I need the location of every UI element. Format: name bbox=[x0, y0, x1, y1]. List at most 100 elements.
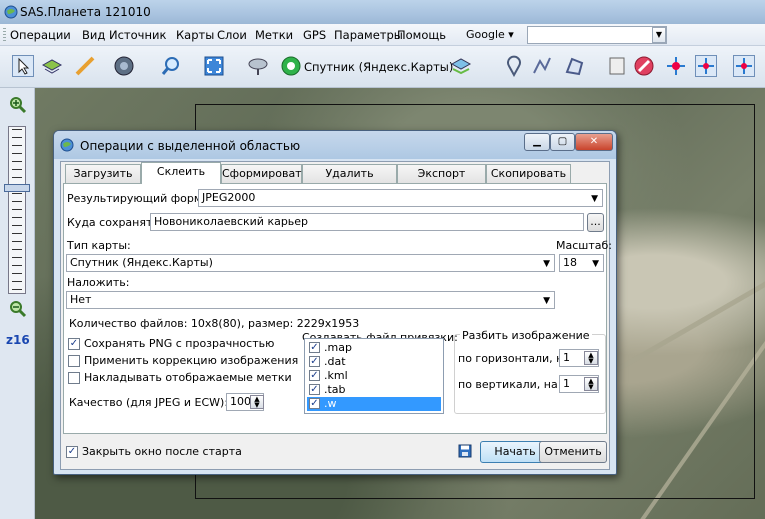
georef-format-list[interactable]: ✓ .map ✓ .dat ✓ .kml ✓ .tab ✓ .w bbox=[304, 338, 444, 414]
format-label: Результирующий формат: bbox=[67, 192, 220, 205]
tab-copy[interactable]: Скопировать bbox=[486, 164, 571, 183]
georef-item-tab[interactable]: ✓ .tab bbox=[307, 383, 441, 397]
tab-delete[interactable]: Удалить bbox=[302, 164, 397, 183]
quality-spinner[interactable]: ▲ ▼ bbox=[250, 395, 264, 409]
cursor-icon[interactable] bbox=[12, 55, 34, 77]
split-vertical-spinner[interactable]: ▲ ▼ bbox=[584, 377, 598, 391]
format-select-value: JPEG2000 bbox=[202, 191, 256, 204]
image-correction-checkbox[interactable] bbox=[68, 355, 80, 367]
menu-settings[interactable]: Параметры bbox=[334, 28, 403, 42]
zoom-panel: z16 bbox=[0, 88, 35, 519]
search-input[interactable] bbox=[527, 26, 667, 44]
app-globe-icon bbox=[4, 5, 18, 19]
minimize-button[interactable]: ▁ bbox=[524, 133, 550, 151]
dialog-body: Загрузить Склеить Сформировать Удалить Э… bbox=[60, 161, 612, 470]
close-after-start-checkbox[interactable]: ✓ bbox=[66, 446, 78, 458]
save-icon[interactable] bbox=[458, 444, 472, 458]
save-path-input[interactable]: Новониколаевский карьер bbox=[150, 213, 584, 231]
georef-item-w[interactable]: ✓ .w bbox=[307, 397, 441, 411]
zoom-slider-thumb[interactable] bbox=[4, 184, 30, 192]
globe-icon[interactable] bbox=[113, 55, 135, 77]
quality-value: 100 bbox=[230, 395, 251, 408]
menu-source[interactable]: Источник bbox=[109, 28, 166, 42]
gps-icon[interactable] bbox=[665, 55, 687, 77]
stop-icon[interactable] bbox=[633, 55, 655, 77]
georef-item-dat[interactable]: ✓ .dat bbox=[307, 355, 441, 369]
menu-operations[interactable]: Операции bbox=[10, 28, 71, 42]
close-button[interactable]: ✕ bbox=[575, 133, 613, 151]
scale-select[interactable]: 18 ▼ bbox=[559, 254, 604, 272]
file-count-info: Количество файлов: 10x8(80), размер: 222… bbox=[69, 317, 360, 330]
ruler-icon[interactable] bbox=[74, 55, 96, 77]
map-source-icon[interactable] bbox=[280, 55, 302, 77]
gps-center-icon[interactable] bbox=[733, 55, 755, 77]
georef-map-checkbox[interactable]: ✓ bbox=[309, 342, 320, 353]
zoom-out-icon[interactable] bbox=[9, 300, 27, 318]
split-groupbox bbox=[454, 334, 606, 414]
georef-kml-checkbox[interactable]: ✓ bbox=[309, 370, 320, 381]
georef-w-checkbox[interactable]: ✓ bbox=[309, 398, 320, 409]
chevron-down-icon: ▼ bbox=[592, 259, 599, 269]
quality-label: Качество (для JPEG и ECW): bbox=[69, 396, 229, 409]
fullscreen-icon[interactable] bbox=[203, 55, 225, 77]
polygon-icon[interactable] bbox=[564, 55, 586, 77]
georef-item-label: .w bbox=[324, 397, 337, 410]
geocoder-select[interactable]: Google ▾ bbox=[466, 28, 526, 43]
overlay-marks-checkbox[interactable] bbox=[68, 372, 80, 384]
georef-item-label: .kml bbox=[324, 369, 348, 382]
split-vertical-label: по вертикали, на bbox=[458, 378, 558, 391]
menubar-grip bbox=[3, 28, 6, 42]
zoom-slider-track[interactable] bbox=[8, 126, 26, 294]
png-transparency-label: Сохранять PNG с прозрачностью bbox=[84, 337, 275, 350]
georef-item-kml[interactable]: ✓ .kml bbox=[307, 369, 441, 383]
satellite-icon[interactable] bbox=[247, 55, 269, 77]
map-type-label: Тип карты: bbox=[67, 239, 131, 252]
overlay-select[interactable]: Нет ▼ bbox=[66, 291, 555, 309]
chevron-down-icon: ▼ bbox=[591, 194, 598, 204]
map-type-select-value: Спутник (Яндекс.Карты) bbox=[70, 256, 213, 269]
georef-item-label: .dat bbox=[324, 355, 346, 368]
zoom-in-icon[interactable] bbox=[9, 96, 27, 114]
browse-button[interactable]: ... bbox=[587, 213, 604, 232]
tab-download[interactable]: Загрузить bbox=[65, 164, 141, 183]
window-title: SAS.Планета 121010 bbox=[20, 5, 151, 19]
search-icon[interactable] bbox=[160, 55, 182, 77]
png-transparency-checkbox[interactable]: ✓ bbox=[68, 338, 80, 350]
menu-help[interactable]: Помощь bbox=[397, 28, 446, 42]
georef-dat-checkbox[interactable]: ✓ bbox=[309, 356, 320, 367]
map-type-select[interactable]: Спутник (Яндекс.Карты) ▼ bbox=[66, 254, 555, 272]
menu-maps[interactable]: Карты bbox=[176, 28, 214, 42]
overlay-marks-label: Накладывать отображаемые метки bbox=[84, 371, 292, 384]
split-title: Разбить изображение bbox=[460, 329, 592, 342]
georef-item-label: .tab bbox=[324, 383, 346, 396]
dialog-titlebar: Операции с выделенной областью ▁ ▢ ✕ bbox=[54, 131, 616, 159]
menu-marks[interactable]: Метки bbox=[255, 28, 293, 42]
overlay-label: Наложить: bbox=[67, 276, 130, 289]
cancel-button[interactable]: Отменить bbox=[539, 441, 607, 463]
chevron-down-icon: ▼ bbox=[543, 296, 550, 306]
menu-layers[interactable]: Слои bbox=[217, 28, 247, 42]
split-horizontal-value: 1 bbox=[563, 351, 570, 364]
save-to-label: Куда сохранять: bbox=[67, 216, 163, 229]
tab-generate[interactable]: Сформировать bbox=[221, 164, 308, 183]
georef-item-map[interactable]: ✓ .map bbox=[307, 341, 441, 355]
gps-track-icon[interactable] bbox=[695, 55, 717, 77]
path-icon[interactable] bbox=[531, 55, 553, 77]
menu-view[interactable]: Вид bbox=[82, 28, 105, 42]
hide-marks-icon[interactable] bbox=[606, 55, 628, 77]
dialog-title: Операции с выделенной областью bbox=[80, 139, 301, 153]
layers-icon[interactable] bbox=[41, 55, 63, 77]
close-after-start-label: Закрыть окно после старта bbox=[82, 445, 242, 458]
search-dropdown-button[interactable]: ▼ bbox=[652, 27, 666, 43]
tab-export[interactable]: Экспорт bbox=[397, 164, 486, 183]
georef-tab-checkbox[interactable]: ✓ bbox=[309, 384, 320, 395]
menu-gps[interactable]: GPS bbox=[303, 28, 326, 42]
layers-overlay-icon[interactable] bbox=[450, 55, 472, 77]
overlay-select-value: Нет bbox=[70, 293, 92, 306]
placemark-icon[interactable] bbox=[503, 55, 525, 77]
map-source-label[interactable]: Спутник (Яндекс.Карты) bbox=[304, 60, 453, 74]
tab-stitch[interactable]: Склеить bbox=[141, 162, 221, 184]
format-select[interactable]: JPEG2000 ▼ bbox=[198, 189, 603, 207]
maximize-button[interactable]: ▢ bbox=[550, 133, 575, 151]
split-horizontal-spinner[interactable]: ▲ ▼ bbox=[584, 351, 598, 365]
